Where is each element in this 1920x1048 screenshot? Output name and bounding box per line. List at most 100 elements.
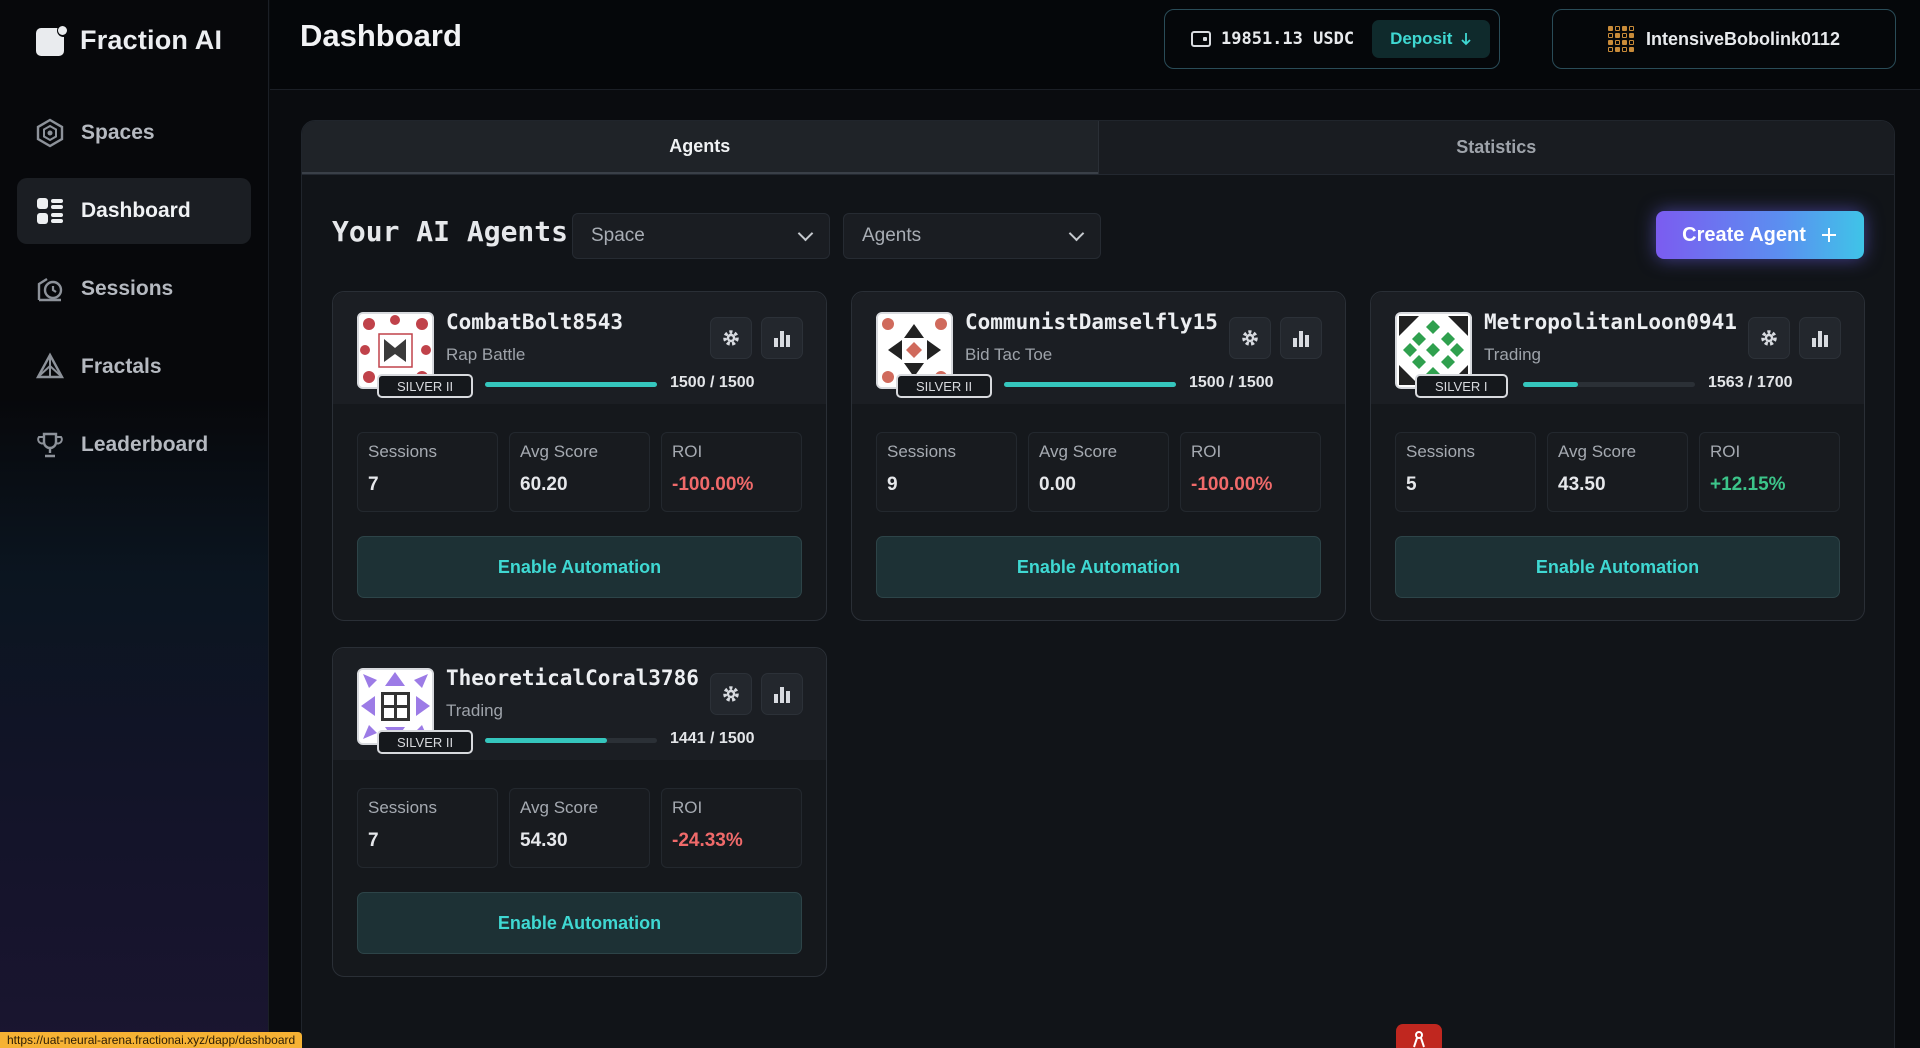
rank-badge: SILVER II: [896, 374, 993, 398]
chevron-down-icon: [797, 225, 814, 241]
stat-value: -100.00%: [672, 474, 754, 495]
stat-label: Avg Score: [1039, 442, 1118, 461]
stat-avg-score: Avg Score 0.00: [1028, 432, 1169, 512]
agent-settings-button[interactable]: [710, 317, 752, 359]
user-profile-button[interactable]: IntensiveBobolink0112: [1552, 9, 1896, 69]
sidebar-nav: Spaces Dashboard Sessions Fractals Leade…: [17, 100, 251, 490]
agent-space: Trading: [446, 701, 504, 720]
stat-value: -24.33%: [672, 830, 743, 851]
stat-value: 60.20: [520, 474, 568, 495]
agent-stats-button[interactable]: [761, 317, 803, 359]
wallet-box: 19851.13 USDC Deposit: [1164, 9, 1500, 69]
stat-value: -100.00%: [1191, 474, 1273, 495]
section-title: Your AI Agents: [332, 215, 569, 248]
enable-automation-button[interactable]: Enable Automation: [357, 892, 802, 954]
arrow-down-icon: [1461, 33, 1472, 46]
deposit-button[interactable]: Deposit: [1372, 20, 1491, 58]
gear-icon: [723, 330, 739, 346]
stat-label: ROI: [672, 798, 703, 817]
stat-value: 9: [887, 474, 898, 495]
agents-panel: Agents Statistics Your AI Agents Space A…: [301, 120, 1895, 1048]
stat-value: 7: [368, 830, 379, 851]
dashboard-icon: [35, 196, 65, 226]
rank-badge: SILVER II: [377, 730, 474, 754]
stat-value: 0.00: [1039, 474, 1076, 495]
stat-avg-score: Avg Score 60.20: [509, 432, 650, 512]
stat-avg-score: Avg Score 54.30: [509, 788, 650, 868]
agent-card: SILVER II TheoreticalCoral3786 Trading 1…: [332, 647, 827, 977]
rank-progress-text: 1500 / 1500: [1189, 374, 1274, 391]
agent-stats-button[interactable]: [761, 673, 803, 715]
rank-progress-text: 1500 / 1500: [670, 374, 755, 391]
username: IntensiveBobolink0112: [1645, 28, 1841, 49]
wallet-balance: 19851.13 USDC: [1221, 29, 1355, 49]
fraction-logo-icon: [36, 24, 70, 56]
chevron-down-icon: [1068, 225, 1085, 241]
agent-name: CombatBolt8543: [446, 310, 624, 334]
enable-automation-button[interactable]: Enable Automation: [357, 536, 802, 598]
agents-select-value: Agents: [862, 225, 922, 246]
stat-avg-score: Avg Score 43.50: [1547, 432, 1688, 512]
rank-progress-text: 1563 / 1700: [1708, 374, 1793, 391]
agents-select[interactable]: Agents: [843, 213, 1101, 259]
stat-label: Sessions: [1406, 442, 1475, 461]
stat-sessions: Sessions 7: [357, 432, 498, 512]
deposit-label: Deposit: [1390, 29, 1453, 48]
tab-bar: Agents Statistics: [302, 121, 1894, 175]
agent-settings-button[interactable]: [710, 673, 752, 715]
bar-chart-icon: [774, 687, 790, 703]
agent-settings-button[interactable]: [1748, 317, 1790, 359]
create-agent-label: Create Agent: [1682, 223, 1806, 246]
create-agent-button[interactable]: Create Agent: [1656, 211, 1864, 259]
stat-value: +12.15%: [1710, 474, 1786, 495]
stat-roi: ROI -24.33%: [661, 788, 802, 868]
sidebar-item-label: Sessions: [81, 277, 174, 300]
space-select-value: Space: [591, 225, 645, 246]
space-select[interactable]: Space: [572, 213, 830, 259]
spaces-icon: [35, 118, 65, 148]
sidebar-item-sessions[interactable]: Sessions: [17, 256, 251, 322]
agent-name: CommunistDamselfly15: [965, 310, 1218, 334]
plus-icon: [1821, 228, 1836, 242]
bar-chart-icon: [1293, 331, 1309, 347]
status-bar-url: https://uat-neural-arena.fractionai.xyz/…: [0, 1032, 303, 1048]
agent-name: TheoreticalCoral3786: [446, 666, 699, 690]
sidebar-item-leaderboard[interactable]: Leaderboard: [17, 412, 251, 478]
user-avatar: [1607, 26, 1634, 52]
rank-progress-text: 1441 / 1500: [670, 730, 755, 747]
trophy-icon: [35, 430, 65, 460]
sidebar-item-label: Dashboard: [81, 199, 191, 222]
app-logo[interactable]: Fraction AI: [36, 24, 222, 56]
tab-statistics[interactable]: Statistics: [1097, 121, 1894, 174]
sidebar-item-dashboard[interactable]: Dashboard: [17, 178, 251, 244]
tab-agents[interactable]: Agents: [302, 121, 1098, 174]
sidebar-item-fractals[interactable]: Fractals: [17, 334, 251, 400]
agent-stats-button[interactable]: [1280, 317, 1322, 359]
wallet-icon: [1191, 31, 1211, 47]
ribbon-icon: [1413, 1031, 1425, 1048]
enable-automation-button[interactable]: Enable Automation: [1395, 536, 1840, 598]
sidebar-item-spaces[interactable]: Spaces: [17, 100, 251, 166]
stat-value: 43.50: [1558, 474, 1606, 495]
enable-automation-button[interactable]: Enable Automation: [876, 536, 1321, 598]
rank-progress-bar: [485, 382, 657, 387]
stat-value: 54.30: [520, 830, 568, 851]
stat-sessions: Sessions 9: [876, 432, 1017, 512]
stat-label: Sessions: [368, 798, 437, 817]
bar-chart-icon: [774, 331, 790, 347]
stat-label: Avg Score: [520, 798, 599, 817]
stat-sessions: Sessions 5: [1395, 432, 1536, 512]
floating-action-button[interactable]: [1396, 1024, 1442, 1048]
rank-progress-bar: [485, 738, 657, 743]
agent-stats-button[interactable]: [1799, 317, 1841, 359]
sidebar-item-label: Spaces: [81, 121, 155, 144]
sessions-icon: [35, 274, 65, 304]
gear-icon: [1761, 330, 1777, 346]
top-header: Dashboard 19851.13 USDC Deposit Intensiv…: [270, 0, 1920, 90]
bar-chart-icon: [1812, 331, 1828, 347]
agent-settings-button[interactable]: [1229, 317, 1271, 359]
stat-value: 5: [1406, 474, 1417, 495]
rank-badge: SILVER II: [377, 374, 474, 398]
agent-space: Rap Battle: [446, 345, 526, 364]
agent-card: SILVER II CombatBolt8543 Rap Battle 1500…: [332, 291, 827, 621]
